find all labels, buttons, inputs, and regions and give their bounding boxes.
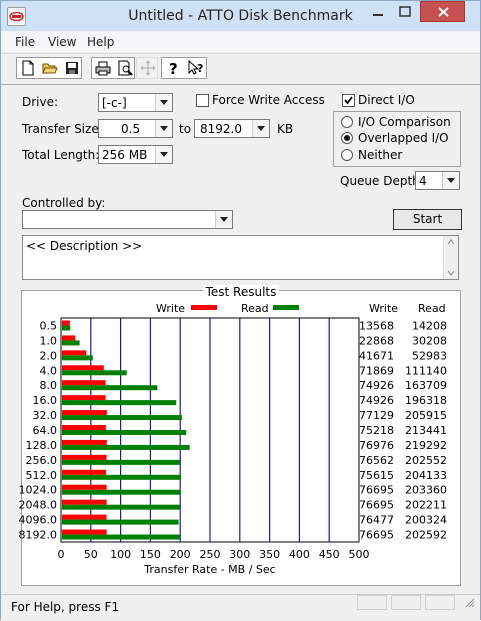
status-pane-1	[357, 595, 387, 610]
queue-depth-select[interactable]: 4	[415, 171, 460, 190]
start-button[interactable]: Start	[393, 209, 462, 230]
drive-label: Drive:	[22, 95, 59, 109]
queue-depth-label: Queue Depth:	[340, 174, 424, 188]
menu-bar: File View Help	[1, 32, 480, 52]
context-help-icon[interactable]: ?	[185, 58, 207, 78]
status-text: For Help, press F1	[11, 600, 120, 614]
force-write-label: Force Write Access	[212, 93, 325, 107]
transfer-size-to-select[interactable]: 8192.0	[194, 119, 270, 138]
open-folder-icon[interactable]	[39, 58, 61, 78]
overlapped-io-label: Overlapped I/O	[358, 131, 449, 145]
chevron-down-icon[interactable]	[155, 94, 172, 111]
print-preview-icon[interactable]	[114, 58, 136, 78]
toolbar: ? ?	[1, 53, 480, 85]
transfer-size-label: Transfer Size:	[22, 122, 103, 136]
results-panel: Test Results	[21, 285, 461, 586]
neither-radio[interactable]	[341, 149, 353, 161]
maximize-button[interactable]	[392, 2, 418, 22]
neither-label: Neither	[358, 148, 403, 162]
description-field[interactable]: << Description >>	[22, 235, 459, 280]
resize-grip-icon[interactable]	[465, 598, 475, 608]
menu-file[interactable]: File	[15, 35, 35, 49]
toolbar-file-group	[16, 57, 82, 79]
drive-select[interactable]: [-c-]	[98, 93, 173, 112]
title-bar[interactable]: Untitled - ATTO Disk Benchmark	[1, 1, 480, 31]
status-bar: For Help, press F1	[1, 594, 480, 621]
print-icon[interactable]	[92, 58, 114, 78]
kb-label: KB	[277, 122, 294, 136]
total-length-label: Total Length:	[22, 148, 100, 162]
direct-io-label: Direct I/O	[358, 93, 415, 107]
toolbar-print-group	[91, 57, 135, 79]
chevron-down-icon[interactable]	[155, 146, 172, 163]
close-button[interactable]	[420, 1, 465, 22]
move-icon[interactable]	[137, 58, 159, 78]
direct-io-checkbox[interactable]	[342, 94, 355, 107]
io-comparison-label: I/O Comparison	[358, 115, 451, 129]
total-length-select[interactable]: 256 MB	[98, 145, 173, 164]
app-window: Untitled - ATTO Disk Benchmark File View…	[0, 0, 481, 621]
checkmark-icon	[344, 96, 353, 105]
new-doc-icon[interactable]	[17, 58, 39, 78]
io-comparison-radio[interactable]	[341, 116, 353, 128]
results-title: Test Results	[202, 285, 280, 299]
controlled-by-select[interactable]	[22, 210, 233, 229]
description-scrollbar[interactable]	[443, 236, 458, 279]
svg-text:?: ?	[169, 60, 178, 76]
status-pane-3	[425, 595, 455, 610]
save-icon[interactable]	[61, 58, 83, 78]
svg-text:?: ?	[197, 62, 203, 75]
chevron-down-icon[interactable]	[442, 172, 459, 189]
status-pane-2	[391, 595, 421, 610]
force-write-checkbox[interactable]	[196, 94, 209, 107]
overlapped-io-radio[interactable]	[341, 132, 353, 144]
transfer-size-from-select[interactable]: 0.5	[98, 119, 173, 138]
to-label: to	[179, 122, 192, 136]
chevron-down-icon[interactable]	[215, 211, 232, 228]
toolbar-move-group	[136, 57, 158, 79]
controlled-by-label: Controlled by:	[22, 196, 106, 210]
minimize-button[interactable]	[364, 2, 392, 22]
chevron-down-icon[interactable]	[252, 120, 269, 137]
menu-view[interactable]: View	[48, 35, 76, 49]
menu-help[interactable]: Help	[87, 35, 114, 49]
help-icon[interactable]: ?	[162, 58, 184, 78]
chevron-down-icon[interactable]	[155, 120, 172, 137]
toolbar-help-group: ? ?	[161, 57, 207, 79]
